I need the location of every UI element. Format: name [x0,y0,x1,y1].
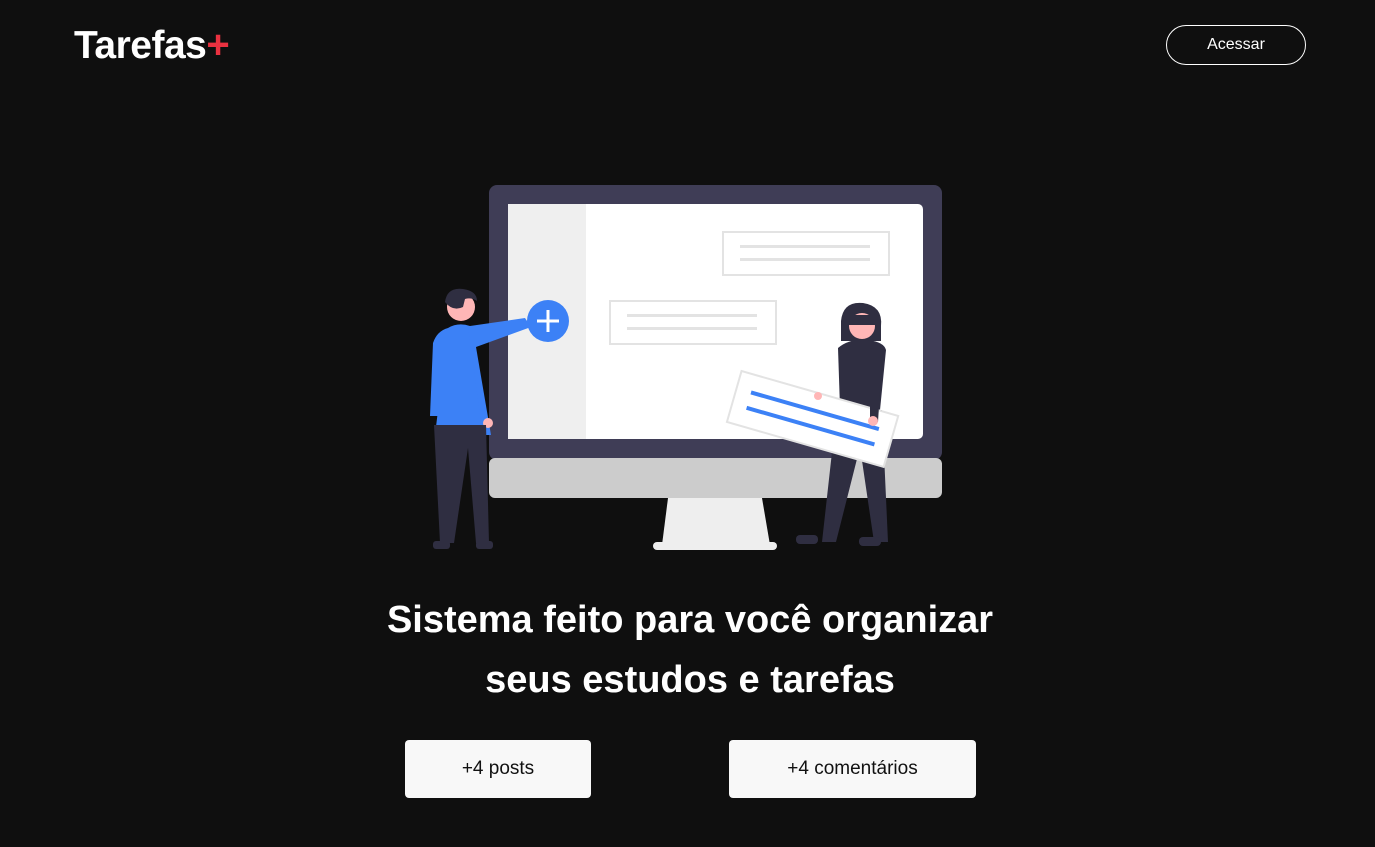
logo[interactable]: Tarefas+ [74,22,230,69]
hero-illustration [430,185,942,550]
hero-headline: Sistema feito para você organizar seus e… [290,590,1090,710]
headline-line-2: seus estudos e tarefas [485,659,895,701]
posts-count-badge: +4 posts [405,740,591,798]
site-header: Tarefas+ Acessar [0,0,1375,90]
login-button[interactable]: Acessar [1166,25,1306,65]
logo-plus-icon: + [206,23,230,67]
comments-count-badge: +4 comentários [729,740,976,798]
headline-line-1: Sistema feito para você organizar [386,599,994,641]
logo-text: Tarefas [74,24,207,67]
add-circle-icon [527,300,569,342]
